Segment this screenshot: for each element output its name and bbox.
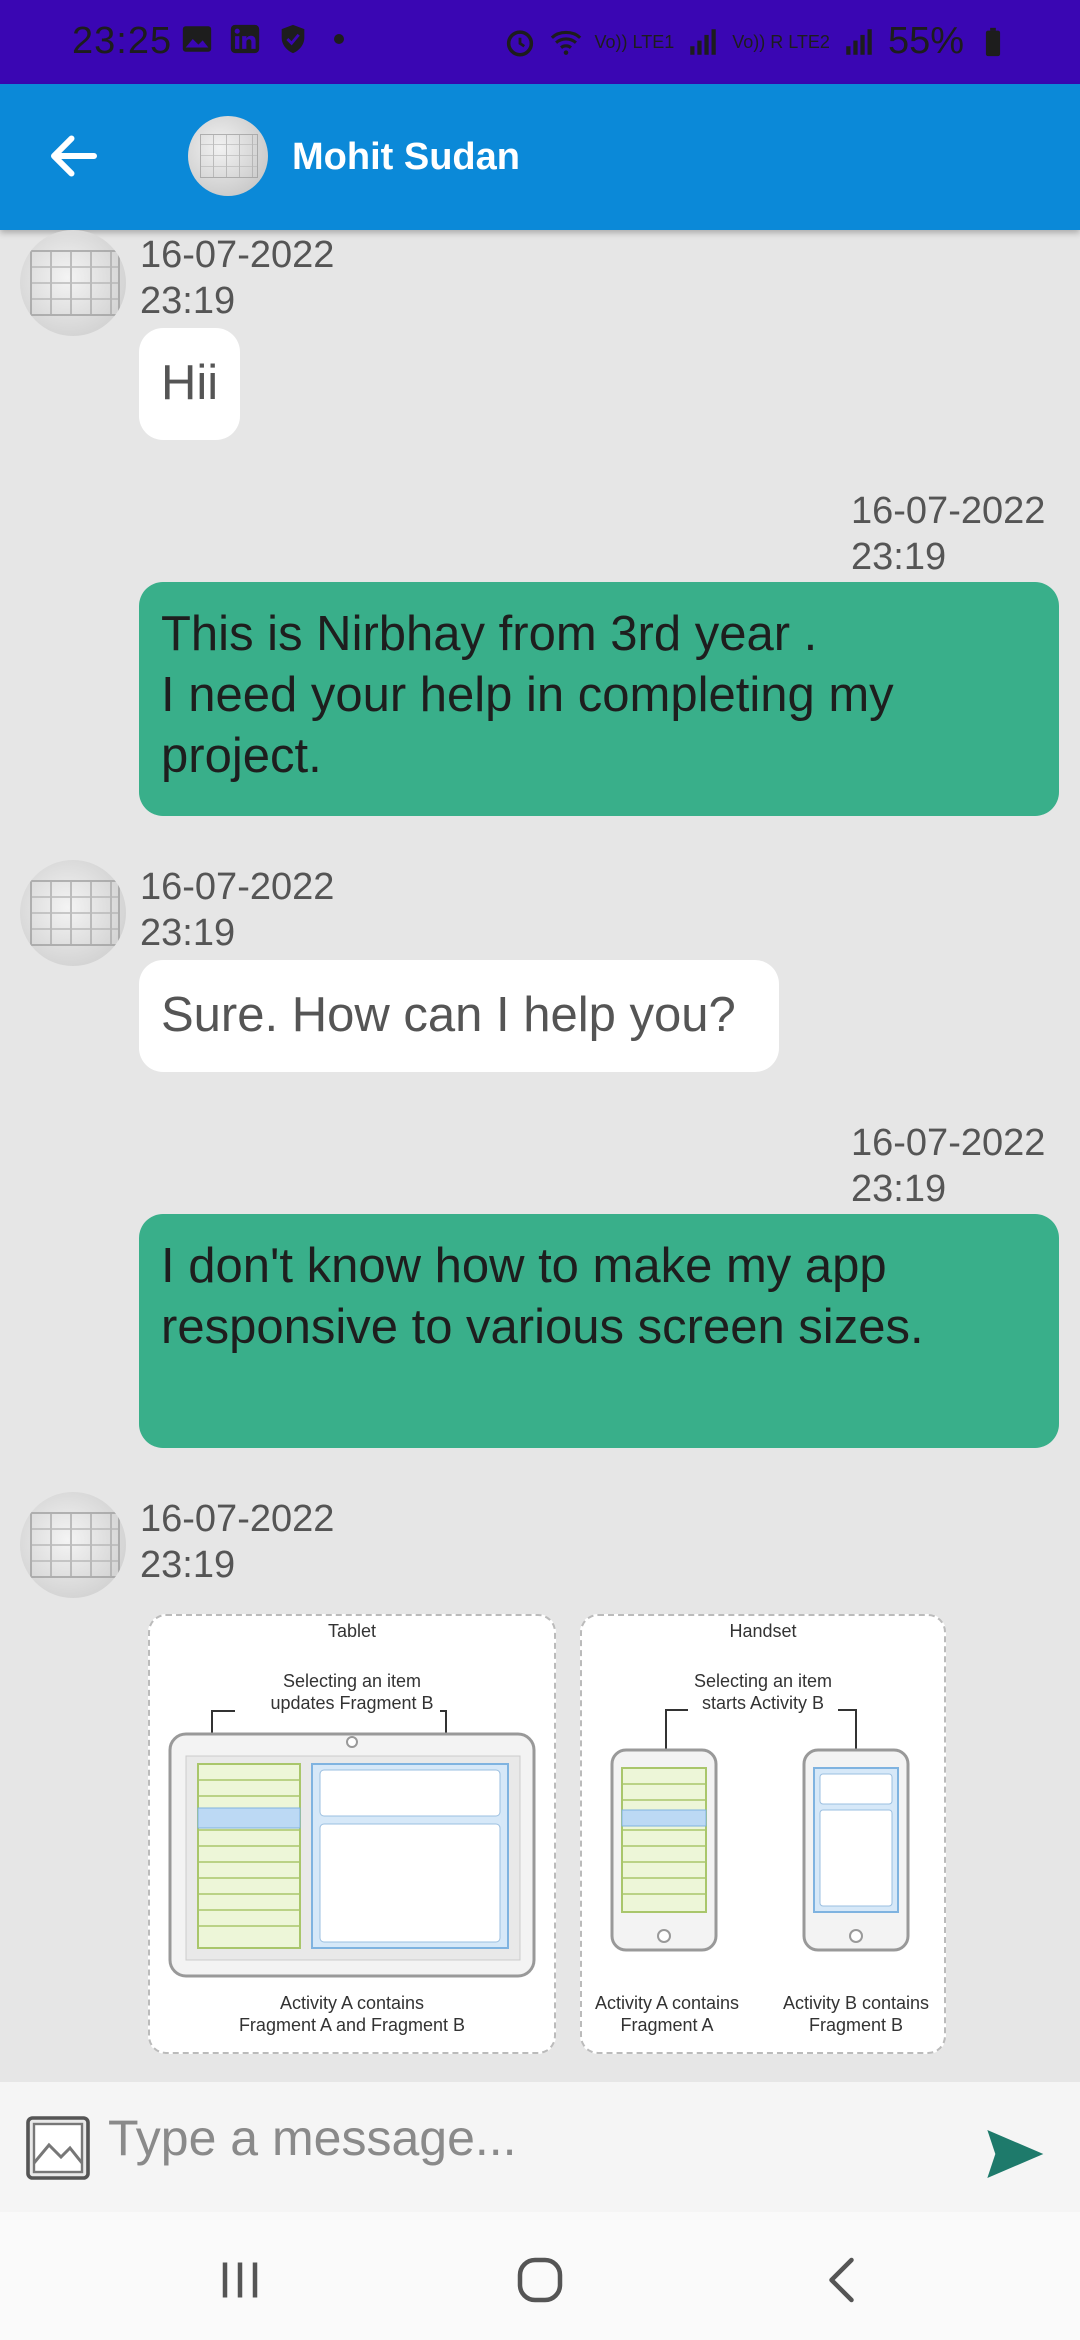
message-input-bar	[0, 2082, 1080, 2212]
tablet-illustration	[168, 1710, 536, 1978]
message-timestamp: 16-07-2022 23:19	[140, 234, 335, 322]
tablet-caption: Activity A contains Fragment A and Fragm…	[238, 1993, 466, 2035]
battery-percent: 55%	[887, 20, 964, 62]
arrow-back-icon[interactable]	[44, 126, 104, 186]
battery-icon	[985, 27, 1001, 56]
app-bar: Mohit Sudan	[0, 84, 1080, 230]
handset-illustration	[610, 1709, 910, 1952]
gallery-icon	[182, 26, 212, 52]
sender-avatar	[20, 230, 126, 336]
handset-a-caption: Activity A contains Fragment A	[594, 1993, 740, 2035]
signal-icon	[846, 28, 872, 55]
contact-name[interactable]: Mohit Sudan	[292, 136, 520, 179]
message-timestamp: 16-07-2022 23:19	[851, 1122, 1046, 1210]
alarm-icon	[506, 29, 533, 57]
system-nav-bar	[0, 2212, 1080, 2340]
tablet-diagram-image[interactable]: Tablet Selecting an item updates Fragmen…	[148, 1614, 556, 2054]
signal-icon	[690, 28, 716, 55]
wifi-icon	[550, 30, 581, 55]
handset-diagram-image[interactable]: Handset Selecting an item starts Activit…	[580, 1614, 946, 2054]
contact-avatar[interactable]	[188, 116, 268, 196]
dot-icon	[334, 34, 344, 44]
message-timestamp: 16-07-2022 23:19	[140, 1498, 335, 1586]
message-timestamp: 16-07-2022 23:19	[851, 490, 1046, 578]
sender-avatar	[20, 860, 126, 966]
handset-b-caption: Activity B contains Fragment B	[782, 1993, 930, 2035]
message-list[interactable]: 16-07-2022 23:19 Hii 16-07-2022 23:19 Th…	[0, 230, 1080, 2082]
message-input[interactable]	[106, 2102, 960, 2174]
sim1-label: Vo)) LTE1	[594, 31, 675, 52]
outgoing-message-bubble[interactable]: I don't know how to make my app responsi…	[139, 1214, 1059, 1448]
sender-avatar	[20, 1492, 126, 1598]
message-timestamp: 16-07-2022 23:19	[140, 866, 335, 954]
incoming-message-bubble[interactable]: Sure. How can I help you?	[139, 960, 779, 1072]
status-time: 23:25	[72, 20, 173, 62]
outgoing-message-bubble[interactable]: This is Nirbhay from 3rd year . I need y…	[139, 582, 1059, 816]
back-icon[interactable]	[814, 2250, 874, 2310]
recent-apps-icon[interactable]	[210, 2250, 270, 2310]
sim2-label: Vo)) R LTE2	[732, 31, 830, 52]
send-icon[interactable]	[982, 2122, 1046, 2186]
image-icon[interactable]	[22, 2112, 94, 2184]
incoming-message-bubble[interactable]: Hii	[139, 328, 241, 440]
linkedin-icon	[230, 24, 260, 54]
status-bar: 23:25 Vo)) LTE1 Vo)) R LTE2 55%	[0, 0, 1080, 84]
home-icon[interactable]	[510, 2250, 570, 2310]
shield-icon	[281, 24, 305, 54]
